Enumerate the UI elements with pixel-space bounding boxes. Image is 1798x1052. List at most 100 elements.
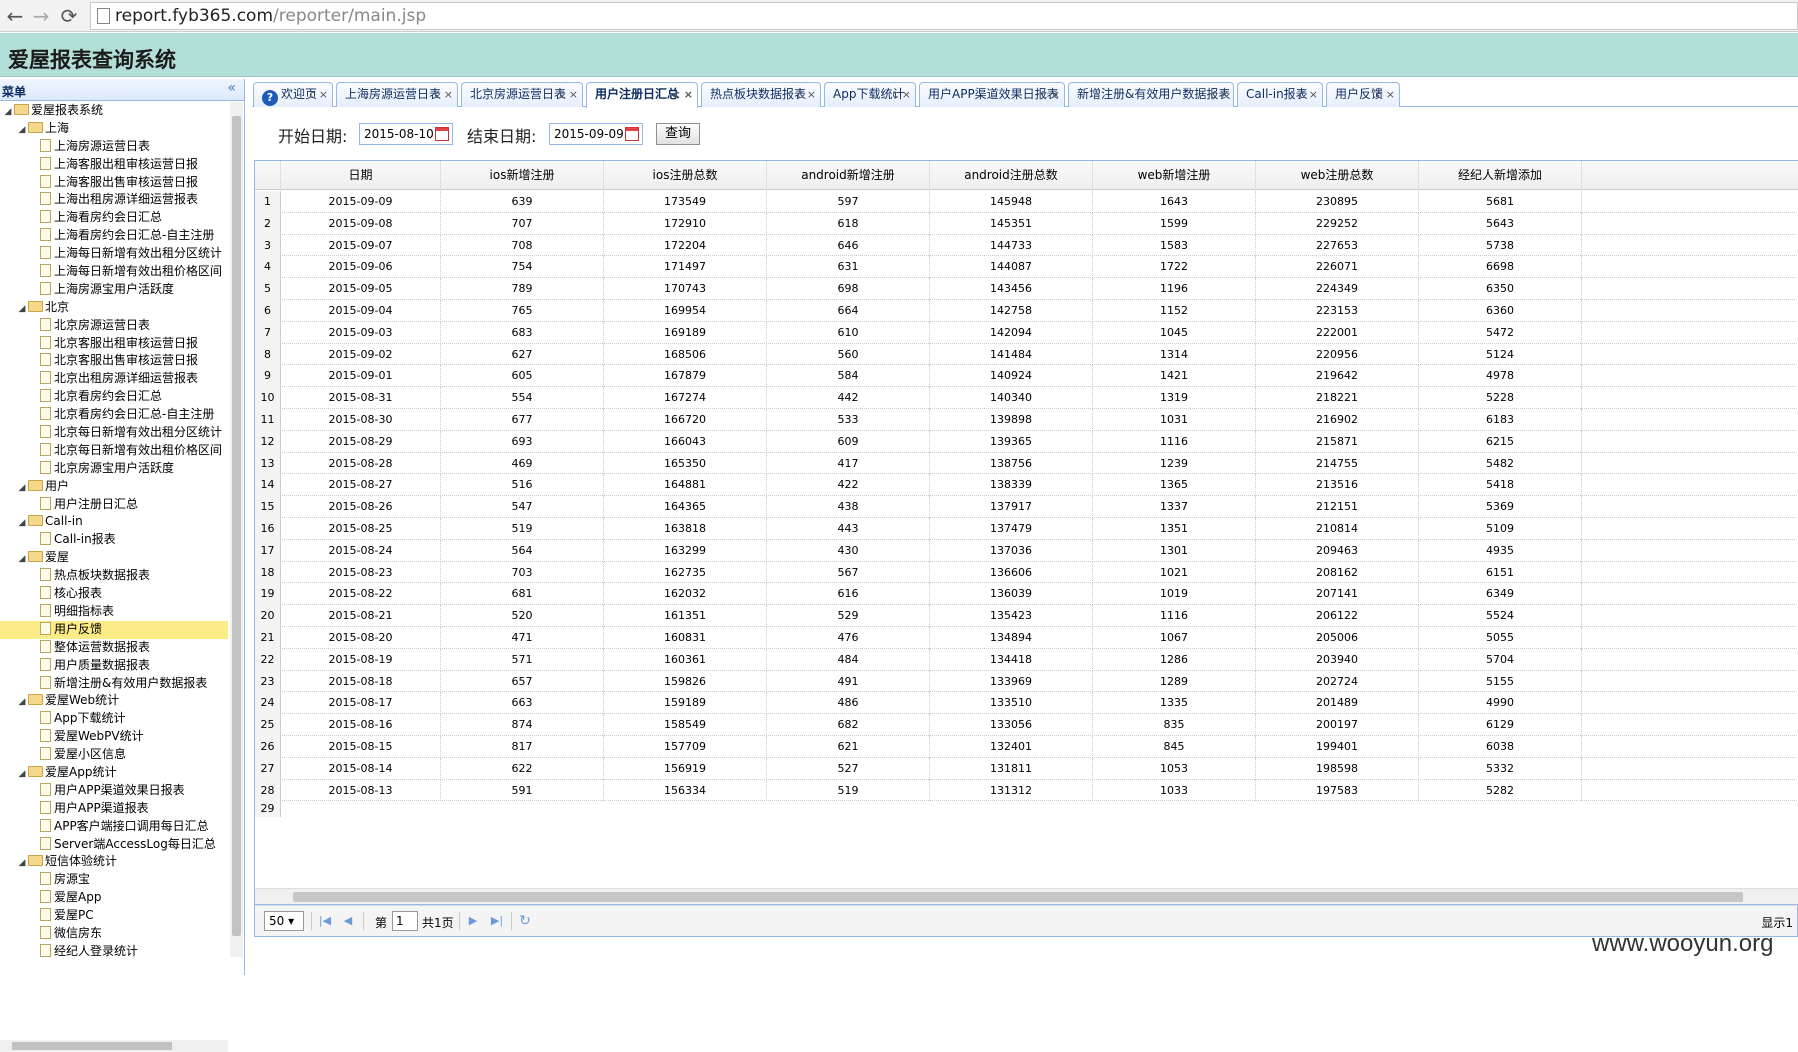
tab-4[interactable]: 热点板块数据报表 c × (701, 82, 821, 107)
tab-2[interactable]: 北京房源运营日表 c × (461, 82, 583, 107)
tab-close-icon[interactable]: c × (309, 83, 328, 106)
table-row[interactable]: 7 2015-09-03 683 169189 610 142094 1045 222001 5… (255, 321, 1798, 344)
table-row[interactable]: 10 2015-08-31 554 167274 442 140340 1319 218221… (255, 387, 1798, 409)
address-bar[interactable]: report.fyb365.com/reporter/main.jsp (90, 2, 1798, 30)
table-row[interactable]: 22 2015-08-19 571 160361 484 134418 1286 203940… (255, 648, 1798, 671)
tree-item[interactable]: 明细指标表 (0, 603, 228, 621)
tree-item[interactable]: 北京看房约会日汇总-自主注册 (0, 406, 228, 424)
table-row[interactable]: 2 2015-09-08 707 172910 618 145351 1599 229252 5… (255, 212, 1798, 235)
table-row[interactable]: 5 2015-09-05 789 170743 698 143456 1196 224349 6… (255, 278, 1798, 300)
forward-icon[interactable]: → (28, 3, 54, 29)
tree-item[interactable]: 爱屋WebPV统计 (0, 728, 228, 746)
tree-item[interactable]: 微信房东 (0, 925, 228, 943)
tree-item[interactable]: 北京出租房源详细运营报表 (0, 370, 228, 388)
tree-item[interactable]: 用户反馈 (0, 620, 228, 639)
first-page-icon[interactable]: |◀ (317, 912, 333, 930)
table-row[interactable]: 11 2015-08-30 677 166720 533 139898 1031 216902… (255, 409, 1798, 431)
tab-1[interactable]: 上海房源运营日表 c × (336, 82, 458, 107)
table-row[interactable]: 16 2015-08-25 519 163818 443 137479 1351 210814… (255, 518, 1798, 540)
tree-item[interactable]: 经纪人登录统计 (0, 943, 228, 957)
table-row[interactable]: 3 2015-09-07 708 172204 646 144733 1583 227653 5… (255, 234, 1798, 257)
next-page-icon[interactable]: ▶ (465, 912, 481, 930)
tree-folder[interactable]: ◢ Call-in (0, 513, 228, 531)
table-row[interactable]: 24 2015-08-17 663 159189 486 133510 1335 201489… (255, 692, 1798, 715)
tab-close-icon[interactable]: c × (797, 83, 816, 106)
tree-item[interactable]: 北京客服出租审核运营日报 (0, 335, 228, 353)
table-row[interactable]: 6 2015-09-04 765 169954 664 142758 1152 223153 6… (255, 300, 1798, 322)
tree-item[interactable]: 北京房源宝用户活跃度 (0, 460, 228, 478)
column-header[interactable]: 经纪人新增添加 (1419, 161, 1582, 190)
tree-folder[interactable]: ◢ 爱屋App统计 (0, 764, 228, 782)
tab-close-icon[interactable]: c × (434, 83, 453, 106)
tab-0[interactable]: ? 欢迎页 c × (253, 82, 333, 107)
tree-item[interactable]: 北京看房约会日汇总 (0, 388, 228, 406)
table-row[interactable]: 14 2015-08-27 516 164881 422 138339 1365 213516… (255, 474, 1798, 497)
start-date-input[interactable]: 2015-08-10 (359, 123, 453, 145)
table-row[interactable]: 1 2015-09-09 639 173549 597 145948 1643 230895 5… (255, 191, 1798, 213)
refresh-icon[interactable]: ↻ (517, 912, 533, 930)
tree-item[interactable]: 核心报表 (0, 585, 228, 603)
tab-close-icon[interactable]: c × (1210, 83, 1229, 106)
tree-item[interactable]: 用户APP渠道效果日报表 (0, 782, 228, 800)
table-row[interactable]: 12 2015-08-29 693 166043 609 139365 1116 215871… (255, 430, 1798, 453)
last-page-icon[interactable]: ▶| (489, 912, 505, 930)
tree-item[interactable]: 上海出租房源详细运营报表 (0, 191, 228, 209)
column-header[interactable]: android注册总数 (930, 161, 1093, 190)
tree-folder[interactable]: ◢ 用户 (0, 478, 228, 496)
tree-item[interactable]: 上海每日新增有效出租分区统计 (0, 245, 228, 263)
tab-7[interactable]: 新增注册&有效用户数据报表 c × (1068, 82, 1234, 107)
tree-item[interactable]: Call-in报表 (0, 531, 228, 549)
query-button[interactable]: 查询 (656, 123, 700, 145)
table-row[interactable]: 20 2015-08-21 520 161351 529 135423 1116 206122… (255, 605, 1798, 627)
tree-folder[interactable]: ◢ 北京 (0, 299, 228, 317)
tab-close-icon[interactable]: c × (559, 83, 578, 106)
tree-item[interactable]: 整体运营数据报表 (0, 639, 228, 657)
tab-3[interactable]: 用户注册日汇总 c × (586, 82, 698, 108)
collapse-sidebar-icon[interactable]: « (227, 80, 236, 96)
tree-item[interactable]: 上海房源宝用户活跃度 (0, 281, 228, 299)
tree-folder[interactable]: ◢ 爱屋 (0, 549, 228, 567)
table-row[interactable]: 26 2015-08-15 817 157709 621 132401 845 199401 6… (255, 736, 1798, 758)
tree-item[interactable]: 用户注册日汇总 (0, 496, 228, 514)
tree-item[interactable]: 房源宝 (0, 871, 228, 889)
table-row[interactable]: 23 2015-08-18 657 159826 491 133969 1289 202724… (255, 670, 1798, 693)
tree-item[interactable]: APP客户端接口调用每日汇总 (0, 818, 228, 836)
tree-item[interactable]: 上海看房约会日汇总-自主注册 (0, 227, 228, 245)
tab-close-icon[interactable]: c × (892, 83, 911, 106)
tree-item[interactable]: 北京每日新增有效出租分区统计 (0, 424, 228, 442)
table-row[interactable]: 19 2015-08-22 681 162032 616 136039 1019 207141… (255, 583, 1798, 606)
table-row-partial[interactable]: 29 (255, 801, 1798, 818)
tree-folder[interactable]: ◢ 爱屋报表系统 (0, 102, 228, 120)
tree-item[interactable]: 北京房源运营日表 (0, 317, 228, 335)
tree-folder[interactable]: ◢ 爱屋Web统计 (0, 692, 228, 710)
tree-item[interactable]: 爱屋小区信息 (0, 746, 228, 764)
tree-item[interactable]: 北京每日新增有效出租价格区间 (0, 442, 228, 460)
tree-scroll-thumb[interactable] (232, 116, 241, 936)
tree-item[interactable]: 热点板块数据报表 (0, 567, 228, 585)
tree-item[interactable]: 新增注册&有效用户数据报表 (0, 675, 228, 693)
reload-icon[interactable]: ⟳ (56, 3, 82, 29)
tree-item[interactable]: 用户APP渠道报表 (0, 800, 228, 818)
table-row[interactable]: 21 2015-08-20 471 160831 476 134894 1067 205006… (255, 627, 1798, 649)
grid-scroll-thumb[interactable] (293, 892, 1743, 902)
column-header[interactable]: android新增注册 (767, 161, 930, 190)
tree-item[interactable]: 爱屋App (0, 889, 228, 907)
tree-hscroll-thumb[interactable] (12, 1042, 172, 1050)
tab-5[interactable]: App下载统计 c × (824, 82, 916, 107)
tab-6[interactable]: 用户APP渠道效果日报表 c × (919, 82, 1065, 107)
table-row[interactable]: 4 2015-09-06 754 171497 631 144087 1722 226071 6… (255, 256, 1798, 279)
tab-close-icon[interactable]: c × (1299, 83, 1318, 106)
tab-8[interactable]: Call-in报表 c × (1237, 82, 1323, 107)
tab-close-icon[interactable]: c × (673, 83, 693, 106)
table-row[interactable]: 15 2015-08-26 547 164365 438 137917 1337 212151… (255, 496, 1798, 518)
table-row[interactable]: 27 2015-08-14 622 156919 527 131811 1053 198598… (255, 757, 1798, 780)
tree-folder[interactable]: ◢ 上海 (0, 120, 228, 138)
table-row[interactable]: 25 2015-08-16 874 158549 682 133056 835 200197 6… (255, 714, 1798, 736)
tree-item[interactable]: 上海房源运营日表 (0, 138, 228, 156)
column-header[interactable]: web新增注册 (1093, 161, 1256, 190)
prev-page-icon[interactable]: ◀ (340, 912, 356, 930)
tree-item[interactable]: 上海客服出租审核运营日报 (0, 156, 228, 174)
tree-item[interactable]: 上海每日新增有效出租价格区间 (0, 263, 228, 281)
tree-item[interactable]: 用户质量数据报表 (0, 657, 228, 675)
table-row[interactable]: 9 2015-09-01 605 167879 584 140924 1421 219642 4… (255, 365, 1798, 388)
